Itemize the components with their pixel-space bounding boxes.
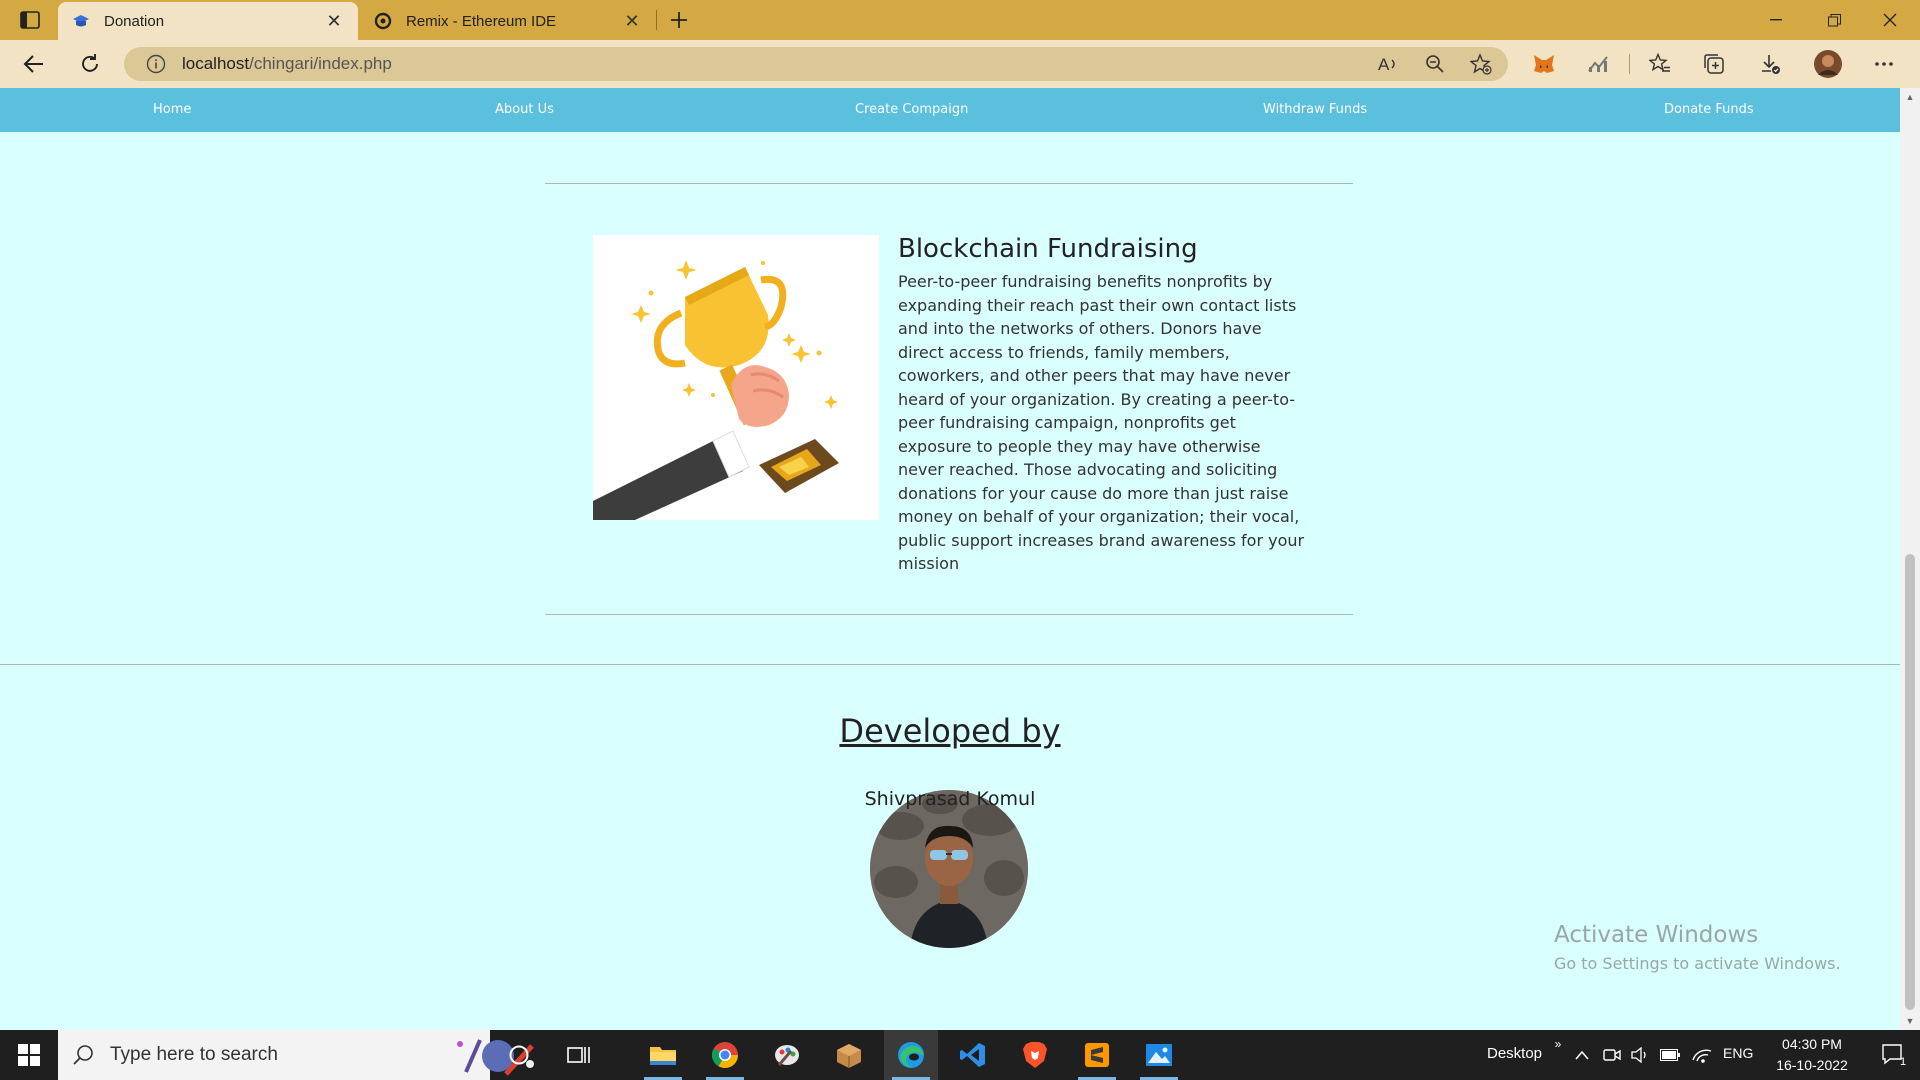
desktop-toolbar-label[interactable]: Desktop: [1487, 1045, 1542, 1062]
favorites-icon[interactable]: [1642, 48, 1678, 80]
start-button[interactable]: [0, 1030, 58, 1080]
feature-description: Peer-to-peer fundraising benefits nonpro…: [898, 272, 1305, 573]
page-content: Blockchain Fundraising Peer-to-peer fund…: [0, 132, 1900, 1030]
tab-remix[interactable]: Remix - Ethereum IDE ✕: [360, 2, 656, 40]
url-host: localhost: [182, 54, 250, 73]
url-path: /chingari/index.php: [249, 54, 392, 73]
feature-title: Blockchain Fundraising: [898, 234, 1198, 264]
wifi-icon[interactable]: [1690, 1043, 1714, 1067]
address-bar[interactable]: localhost/chingari/index.php A: [124, 47, 1508, 81]
watermark-title: Activate Windows: [1554, 922, 1759, 948]
section-divider: [545, 183, 1353, 184]
graduation-cap-icon: [72, 12, 90, 30]
edge-browser-icon[interactable]: [884, 1030, 938, 1080]
show-hidden-icons-icon[interactable]: [1570, 1043, 1594, 1067]
close-tab-icon[interactable]: ✕: [622, 11, 642, 31]
input-language[interactable]: ENG: [1723, 1045, 1753, 1061]
windows-taskbar: Type here to search Desktop » ENG 04:30 …: [0, 1030, 1920, 1080]
cortana-icon[interactable]: [492, 1030, 546, 1080]
tab-donation[interactable]: Donation ✕: [58, 2, 358, 40]
developer-name: Shivprasad Komul: [864, 788, 1036, 810]
remix-logo-icon: [374, 12, 392, 30]
site-navbar: Home About Us Create Compaign Withdraw F…: [0, 88, 1900, 132]
meet-now-icon[interactable]: [1600, 1043, 1624, 1067]
developer-photo: [870, 790, 1028, 948]
photos-app-icon[interactable]: [1132, 1030, 1186, 1080]
notification-count: 1: [1900, 1056, 1907, 1068]
watermark-subtitle: Go to Settings to activate Windows.: [1554, 954, 1841, 973]
address-url: localhost/chingari/index.php: [182, 54, 392, 74]
refresh-button[interactable]: [72, 48, 108, 80]
developed-by-heading: Developed by: [839, 712, 1061, 750]
activate-windows-watermark: Activate Windows Go to Settings to activ…: [1554, 922, 1841, 973]
taskbar-search[interactable]: Type here to search: [58, 1030, 534, 1080]
section-divider: [545, 614, 1353, 615]
downloads-icon[interactable]: [1752, 48, 1788, 80]
tab-title: Donation: [104, 12, 165, 30]
nav-about-us[interactable]: About Us: [495, 88, 554, 132]
close-tab-icon[interactable]: ✕: [324, 11, 344, 31]
new-tab-button[interactable]: [664, 6, 694, 34]
stats-extension-icon[interactable]: [1580, 48, 1616, 80]
toolbar-overflow-icon[interactable]: »: [1546, 1032, 1570, 1056]
scrollbar-thumb[interactable]: [1905, 554, 1915, 1010]
task-view-icon[interactable]: [552, 1030, 606, 1080]
nav-withdraw-funds[interactable]: Withdraw Funds: [1263, 88, 1367, 132]
page-scrollbar[interactable]: ▲ ▼: [1900, 88, 1920, 1030]
zoom-out-icon[interactable]: [1418, 48, 1452, 80]
settings-more-icon[interactable]: [1866, 48, 1902, 80]
tab-title: Remix - Ethereum IDE: [406, 12, 557, 30]
minimize-button[interactable]: [1748, 0, 1804, 40]
clock-time: 04:30 PM: [1782, 1036, 1842, 1052]
nav-home[interactable]: Home: [153, 88, 191, 132]
toolbar-divider: [1629, 54, 1630, 74]
profile-avatar[interactable]: [1810, 48, 1846, 80]
battery-icon[interactable]: [1658, 1043, 1682, 1067]
close-window-button[interactable]: [1862, 0, 1918, 40]
add-favorite-icon[interactable]: [1464, 48, 1498, 80]
read-aloud-icon[interactable]: A: [1372, 48, 1406, 80]
volume-icon[interactable]: [1628, 1043, 1652, 1067]
brave-browser-icon[interactable]: [1008, 1030, 1062, 1080]
scroll-up-arrow-icon[interactable]: ▲: [1900, 88, 1920, 106]
scroll-down-arrow-icon[interactable]: ▼: [1900, 1012, 1920, 1030]
metamask-extension-icon[interactable]: [1526, 48, 1562, 80]
nav-donate-funds[interactable]: Donate Funds: [1664, 88, 1754, 132]
browser-toolbar: localhost/chingari/index.php A: [0, 40, 1920, 88]
svg-text:A: A: [1378, 55, 1390, 74]
nav-create-compaign[interactable]: Create Compaign: [855, 88, 968, 132]
search-icon: [72, 1044, 102, 1066]
file-explorer-icon[interactable]: [636, 1030, 690, 1080]
vscode-icon[interactable]: [946, 1030, 1000, 1080]
paint-app-icon[interactable]: [760, 1030, 814, 1080]
notification-center-icon[interactable]: 1: [1868, 1030, 1920, 1080]
footer-divider: [0, 664, 1900, 665]
sublime-text-icon[interactable]: [1070, 1030, 1124, 1080]
chrome-icon[interactable]: [698, 1030, 752, 1080]
trophy-illustration: [593, 235, 879, 520]
collections-icon[interactable]: [1696, 48, 1732, 80]
restore-button[interactable]: [1806, 0, 1862, 40]
search-placeholder: Type here to search: [110, 1044, 278, 1065]
clock-date: 16-10-2022: [1776, 1057, 1848, 1073]
site-info-icon[interactable]: [136, 47, 176, 81]
tab-actions-icon[interactable]: [14, 8, 46, 32]
back-button[interactable]: [16, 48, 52, 80]
browser-tab-strip: Donation ✕ Remix - Ethereum IDE ✕: [0, 0, 1920, 40]
tab-divider: [656, 10, 657, 30]
package-app-icon[interactable]: [822, 1030, 876, 1080]
system-clock[interactable]: 04:30 PM 16-10-2022: [1764, 1034, 1860, 1076]
